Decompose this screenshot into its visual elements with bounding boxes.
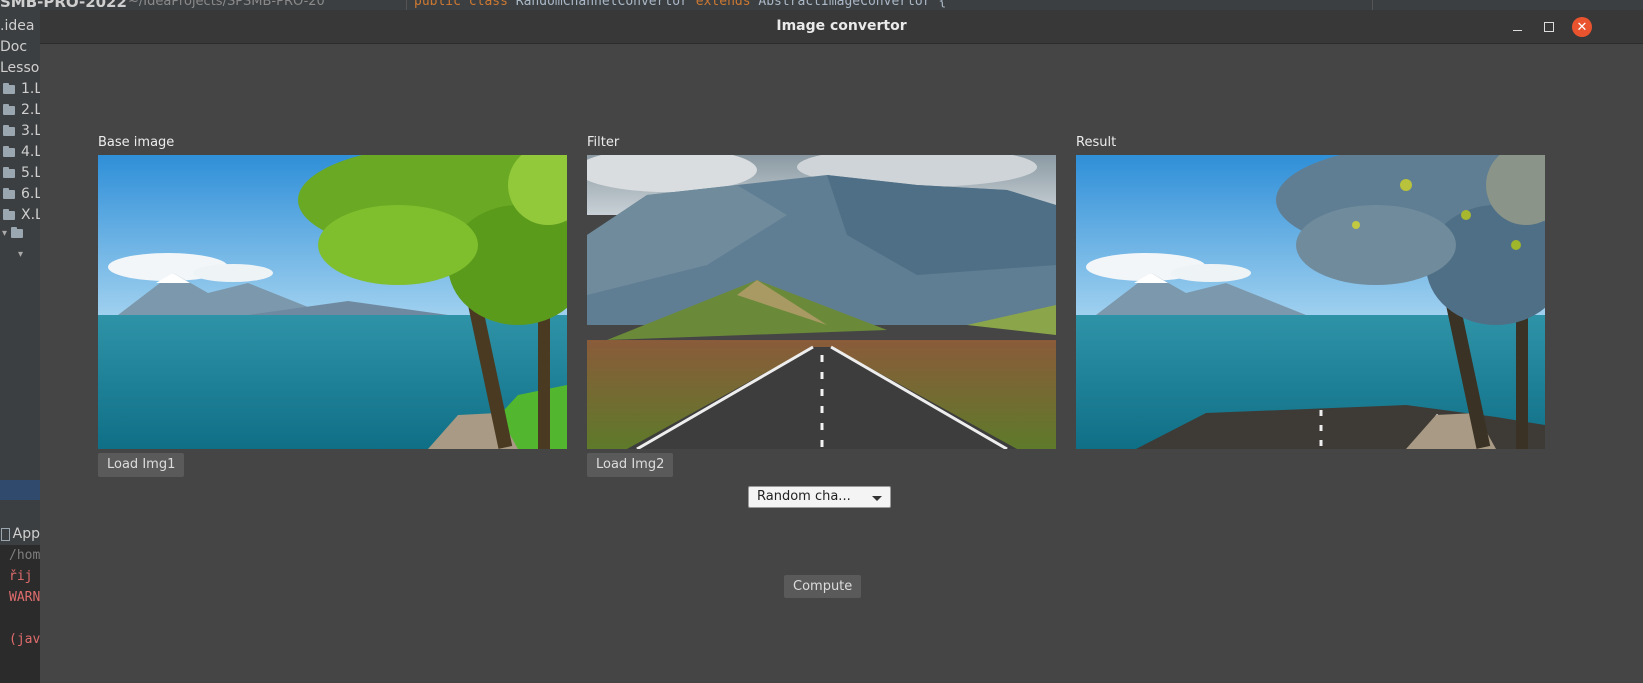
folder-icon [3,208,15,220]
tree-item-label: 6.Le [21,186,40,202]
tree-item-label: 5.Le [21,165,40,181]
console-line: /hom [9,548,40,563]
result-image [1076,155,1545,449]
mountain-road-picture [587,155,1056,449]
ide-project-name: SMB-PRO-2022 [0,0,127,10]
ide-divider [1372,0,1373,10]
tree-item-expanded[interactable]: ▾ [2,227,29,239]
lake-tree-picture [98,155,567,449]
ide-console: App /hom řij WARN (jav [0,523,40,683]
load-img2-button[interactable]: Load Img2 [587,453,674,477]
convertor-select-value: Random cha... [757,489,851,504]
ide-toolbar: SMB-PRO-2022 ~/IdeaProjects/SPSMB-PRO-20… [0,0,1643,10]
ide-code-line: public class RandomChannelConvertor exte… [414,0,946,9]
tree-item[interactable]: 1.Le [3,81,40,97]
tree-item-label: Doc [0,39,28,55]
console-tab-label: App [12,526,40,542]
compute-button[interactable]: Compute [784,575,862,598]
tree-item-label: 4.Le [21,144,40,160]
dropdown-arrow-icon [872,496,882,501]
close-icon: ✕ [1576,19,1588,35]
tree-item-expanded[interactable]: ▾ [18,249,27,260]
maximize-icon [1544,22,1554,32]
base-image-label: Base image [98,135,175,150]
tree-item[interactable]: 2.Le [3,102,40,118]
chevron-down-icon: ▾ [2,228,8,239]
tree-selected-row [0,480,40,500]
result-label: Result [1076,135,1117,150]
tree-item[interactable]: .idea [0,18,34,34]
load-img1-button[interactable]: Load Img1 [98,453,185,477]
window-title: Image convertor [776,18,907,34]
ide-divider [406,0,407,10]
tree-item-label: Lesso [0,60,40,76]
tree-item-label: X.Le [21,207,40,223]
blended-result-picture [1076,155,1545,449]
folder-icon [3,103,15,115]
console-line: řij [9,569,33,584]
filter-label: Filter [587,135,620,150]
folder-icon [3,166,15,178]
code-parent: AbstractImageConvertor { [758,0,947,9]
code-extends: extends [695,0,751,9]
tree-item[interactable]: 3.Le [3,123,40,139]
tree-item[interactable]: 6.Le [3,186,40,202]
tree-item-label: 3.Le [21,123,40,139]
minimize-icon [1512,29,1522,31]
tree-item[interactable]: 4.Le [3,144,40,160]
convertor-select[interactable]: Random cha... [748,486,891,508]
base-image [98,155,567,449]
console-tab[interactable]: App [0,523,40,545]
tree-item[interactable]: X.Le [3,207,40,223]
folder-icon [3,145,15,157]
close-button[interactable]: ✕ [1572,17,1592,37]
image-convertor-window: Image convertor ✕ Base image Load Img1 F… [40,10,1643,683]
folder-icon [3,124,15,136]
code-class: RandomChannelConvertor [515,0,688,9]
app-icon [1,527,10,541]
filter-image [587,155,1056,449]
tree-item[interactable]: Lesso [0,60,39,76]
folder-icon [11,227,24,238]
tree-item[interactable]: Doc [0,39,27,55]
window-titlebar[interactable]: Image convertor ✕ [40,10,1643,44]
folder-icon [3,187,15,199]
tree-item-label: 1.Le [21,81,40,97]
tree-item[interactable]: 5.Le [3,165,40,181]
folder-icon [3,82,15,94]
tree-item-label: .idea [0,18,35,34]
console-line: (jav [9,632,40,647]
tree-item-label: 2.Le [21,102,40,118]
chevron-down-icon: ▾ [18,249,24,260]
code-keyword: public class [414,0,508,9]
console-line: WARN [9,590,40,605]
ide-path: ~/IdeaProjects/SPSMB-PRO-20 [128,0,325,9]
minimize-button[interactable] [1508,18,1526,36]
maximize-button[interactable] [1540,18,1558,36]
